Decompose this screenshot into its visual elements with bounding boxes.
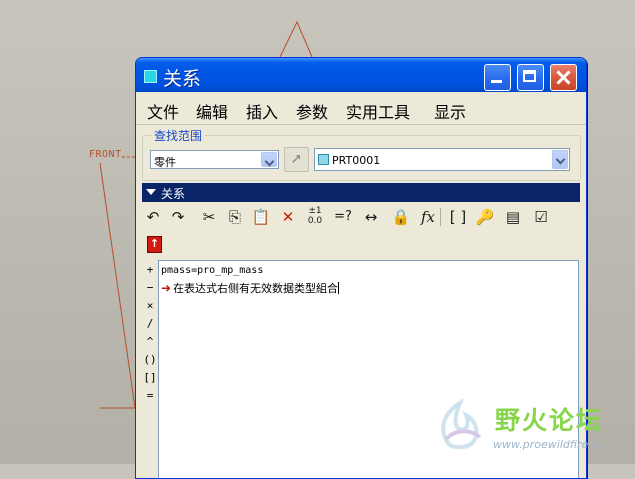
model-select-value: PRT0001: [332, 154, 381, 167]
menu-show[interactable]: 显示: [434, 99, 466, 123]
operator-minus[interactable]: −: [143, 281, 157, 294]
type-select[interactable]: 零件: [150, 150, 279, 169]
copy-icon[interactable]: ⎘: [224, 206, 246, 228]
sort-icon[interactable]: ±1 0.0: [304, 206, 326, 228]
cut-icon[interactable]: ✂: [198, 206, 220, 228]
model-select[interactable]: PRT0001: [314, 148, 570, 171]
delete-icon[interactable]: ✕: [277, 206, 299, 228]
redo-icon[interactable]: ↷: [167, 206, 189, 228]
menu-separator: [136, 124, 586, 125]
relations-section-header[interactable]: 关系: [142, 183, 580, 202]
menu-insert[interactable]: 插入: [246, 99, 278, 123]
verify-icon[interactable]: 🔒: [390, 206, 412, 228]
evaluate-icon[interactable]: =?: [332, 206, 354, 228]
sketch-triangle: [279, 20, 313, 58]
function-icon[interactable]: fx: [417, 206, 439, 228]
app-icon: [144, 70, 157, 83]
watermark-title: 野火论坛: [495, 406, 604, 435]
measure-icon[interactable]: ↔: [360, 206, 382, 228]
error-line[interactable]: ➜ 在表达式右侧有无效数据类型組合: [161, 280, 340, 296]
forum-watermark: 野火论坛 www.proewildfire.cn: [425, 395, 635, 464]
operator-equals[interactable]: =: [143, 389, 157, 402]
menu-edit[interactable]: 编辑: [196, 99, 228, 123]
select-model-button[interactable]: ➚: [284, 147, 309, 172]
parameter-icon[interactable]: [ ]: [447, 206, 469, 228]
undo-icon[interactable]: ↶: [142, 206, 164, 228]
show-values-icon[interactable]: 🔑: [474, 206, 496, 228]
menu-utilities[interactable]: 实用工具: [346, 99, 410, 123]
relations-toolbar: ↶ ↷ ✂ ⎘ 📋 ✕ ±1 0.0 =? ↔ 🔒 fx [ ] 🔑 ▤ ☑: [142, 206, 582, 230]
title-bar[interactable]: 关系: [136, 58, 586, 92]
operator-parentheses[interactable]: (): [143, 353, 157, 366]
minimize-button[interactable]: [484, 64, 511, 91]
operator-brackets[interactable]: []: [143, 371, 157, 384]
menu-file[interactable]: 文件: [147, 99, 179, 123]
toolbar-separator: [440, 208, 441, 226]
chevron-down-icon[interactable]: [552, 150, 568, 169]
type-select-value: 零件: [154, 156, 176, 169]
operator-power[interactable]: ^: [143, 335, 157, 348]
error-message: 在表达式右侧有无效数据类型組合: [173, 282, 339, 295]
operator-divide[interactable]: /: [143, 317, 157, 330]
units-icon[interactable]: ▤: [502, 206, 524, 228]
sketch-outline: [99, 162, 136, 409]
check-icon[interactable]: ☑: [530, 206, 552, 228]
paste-icon[interactable]: 📋: [250, 206, 272, 228]
window-title: 关系: [163, 68, 202, 90]
search-scope-label: 查找范围: [151, 127, 206, 144]
relations-section-label: 关系: [161, 187, 186, 201]
operator-plus[interactable]: +: [143, 263, 157, 276]
maximize-button[interactable]: [517, 64, 544, 91]
text-caret: [338, 282, 340, 294]
error-arrow-icon: ➜: [161, 281, 172, 295]
chevron-down-icon[interactable]: [261, 152, 277, 167]
part-icon: [318, 154, 329, 165]
watermark-url: www.proewildfire.cn: [493, 438, 605, 451]
menu-bar: 文件 编辑 插入 参数 实用工具 显示: [136, 95, 586, 123]
close-button[interactable]: [550, 64, 577, 91]
menu-parameters[interactable]: 参数: [296, 99, 328, 123]
flame-logo-icon: [441, 399, 482, 450]
relation-line[interactable]: pmass=pro_mp_mass: [161, 265, 263, 276]
front-plane-label: FRONT: [89, 149, 122, 160]
up-arrow-icon[interactable]: ↑: [147, 236, 162, 253]
operator-multiply[interactable]: ×: [143, 299, 157, 312]
pointer-icon: ➚: [290, 151, 303, 167]
collapse-triangle-icon: [146, 189, 156, 195]
